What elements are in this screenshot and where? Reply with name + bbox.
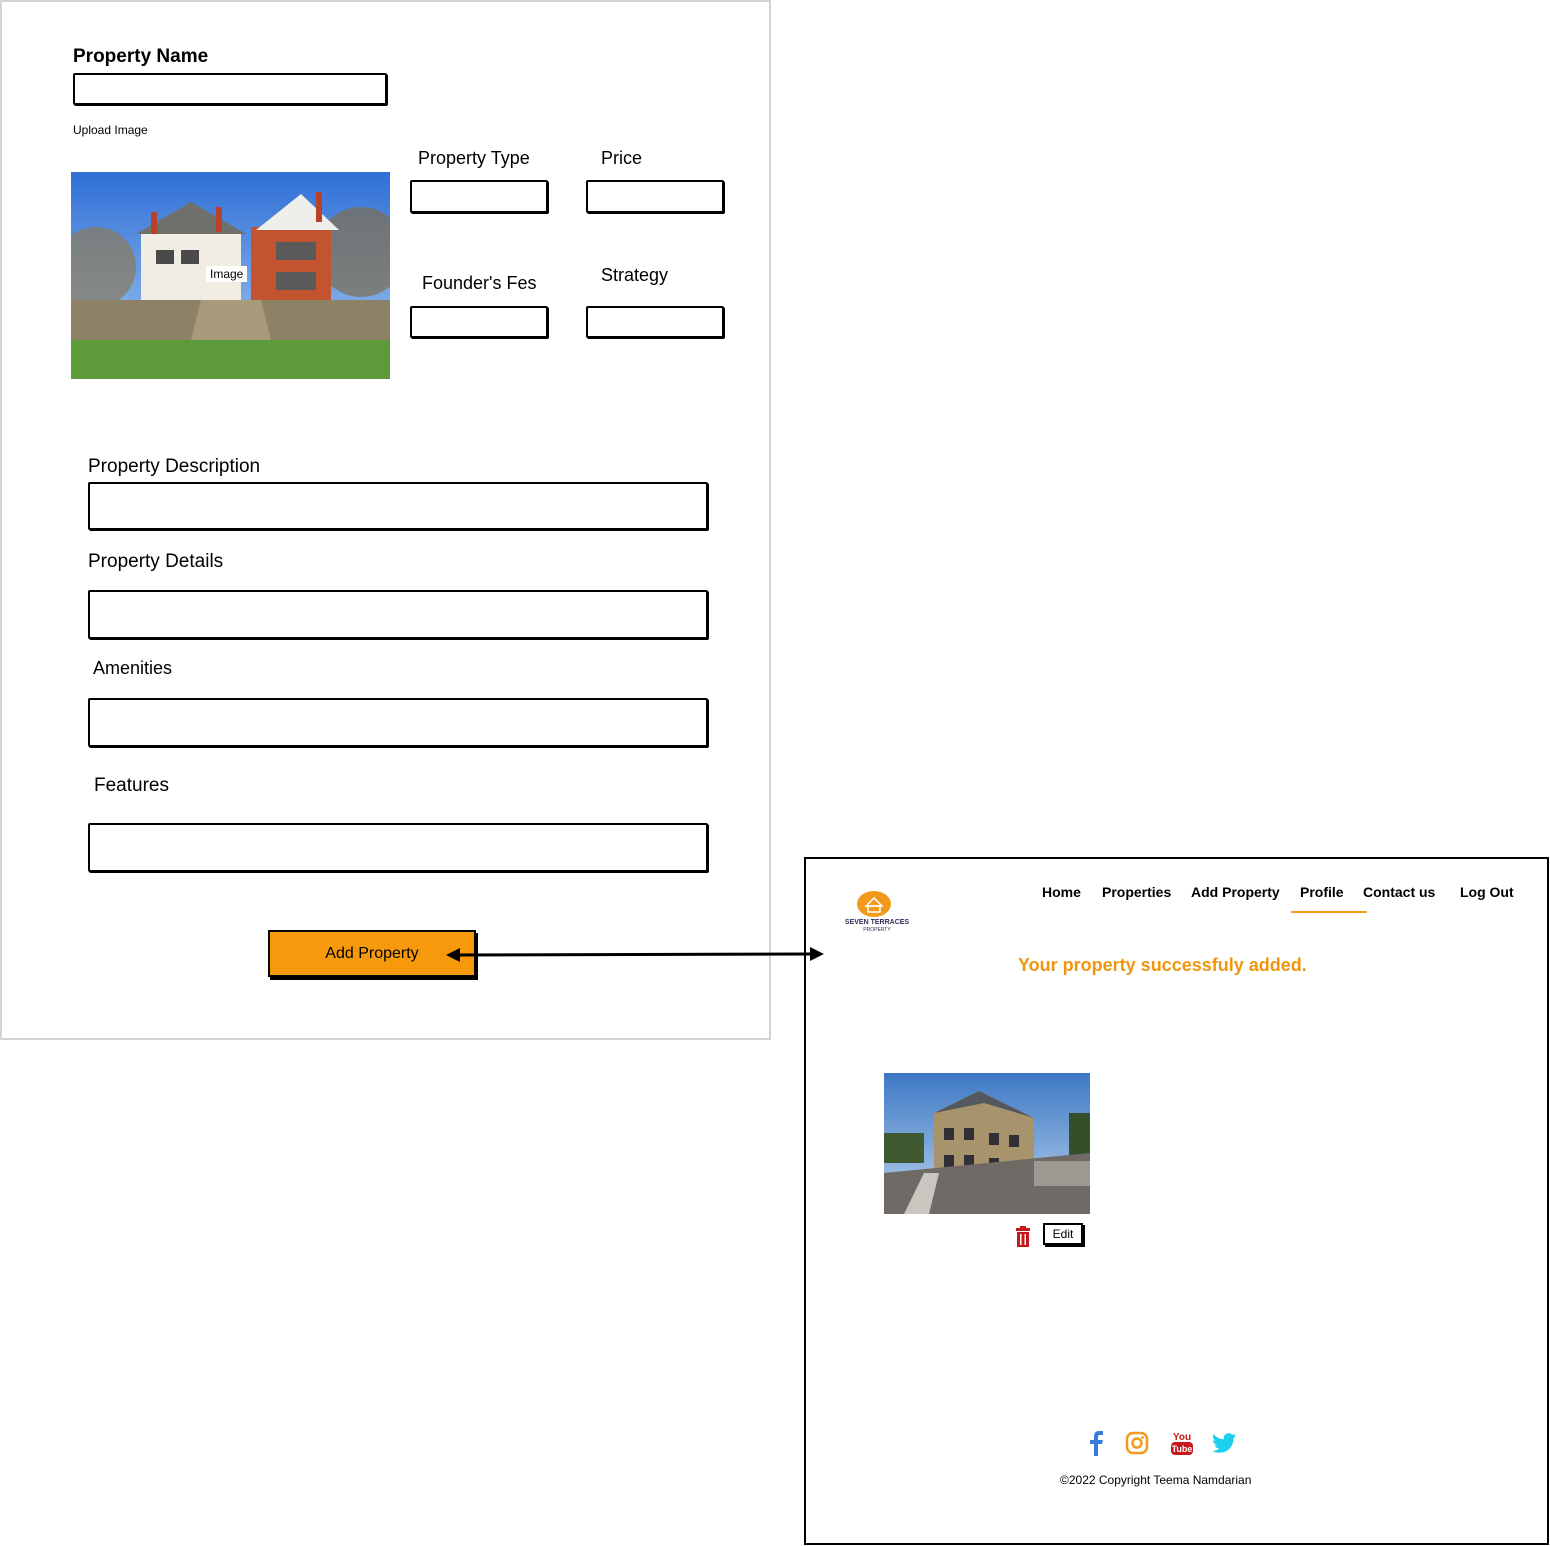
- svg-text:You: You: [1173, 1432, 1191, 1443]
- logo-text: SEVEN TERRACES: [844, 919, 910, 926]
- flow-arrow: [446, 947, 824, 962]
- property-type-input[interactable]: [410, 180, 548, 213]
- instagram-icon[interactable]: [1125, 1431, 1149, 1455]
- amenities-label: Amenities: [93, 658, 173, 678]
- property-type-label: Property Type: [418, 148, 530, 168]
- svg-text:Tube: Tube: [1172, 1444, 1193, 1454]
- success-message: Your property successfuly added.: [1018, 955, 1307, 975]
- twitter-icon[interactable]: [1213, 1433, 1239, 1453]
- nav-contact[interactable]: Contact us: [1363, 884, 1435, 900]
- copyright-text: ©2022 Copyright Teema Namdarian: [1060, 1473, 1252, 1487]
- edit-button[interactable]: Edit: [1043, 1223, 1083, 1245]
- founders-fee-label: Founder's Fes: [422, 273, 537, 293]
- nav-properties[interactable]: Properties: [1102, 884, 1171, 900]
- property-description-input[interactable]: [88, 482, 708, 530]
- price-input[interactable]: [586, 180, 724, 213]
- features-input[interactable]: [88, 823, 708, 872]
- nav-active-underline: [1291, 911, 1367, 913]
- price-label: Price: [601, 148, 643, 168]
- founders-fee-input[interactable]: [410, 306, 548, 338]
- house-logo-icon: [857, 891, 891, 917]
- property-details-input[interactable]: [88, 590, 708, 639]
- strategy-label: Strategy: [601, 265, 669, 285]
- nav-home[interactable]: Home: [1042, 884, 1081, 900]
- amenities-input[interactable]: [88, 698, 708, 747]
- upload-image-label: Upload Image: [73, 123, 148, 137]
- property-details-label: Property Details: [88, 551, 224, 572]
- strategy-input[interactable]: [586, 306, 724, 338]
- trash-icon[interactable]: [1014, 1226, 1032, 1248]
- features-label: Features: [94, 775, 169, 796]
- image-placeholder-label: Image: [206, 266, 248, 282]
- property-card-image[interactable]: [884, 1073, 1090, 1214]
- nav-profile[interactable]: Profile: [1300, 884, 1344, 900]
- logo-subtext: PROPERTY: [863, 927, 891, 933]
- building-photo-illustration: [884, 1073, 1090, 1214]
- nav-logout[interactable]: Log Out: [1460, 884, 1514, 900]
- nav-add-property[interactable]: Add Property: [1191, 884, 1280, 900]
- youtube-icon[interactable]: You Tube: [1170, 1429, 1194, 1457]
- uploaded-property-image[interactable]: Image: [71, 172, 390, 379]
- property-name-label: Property Name: [73, 46, 209, 67]
- property-description-label: Property Description: [88, 456, 261, 477]
- facebook-icon[interactable]: [1087, 1430, 1105, 1456]
- property-name-input[interactable]: [73, 73, 387, 105]
- site-logo[interactable]: SEVEN TERRACES PROPERTY: [840, 890, 914, 936]
